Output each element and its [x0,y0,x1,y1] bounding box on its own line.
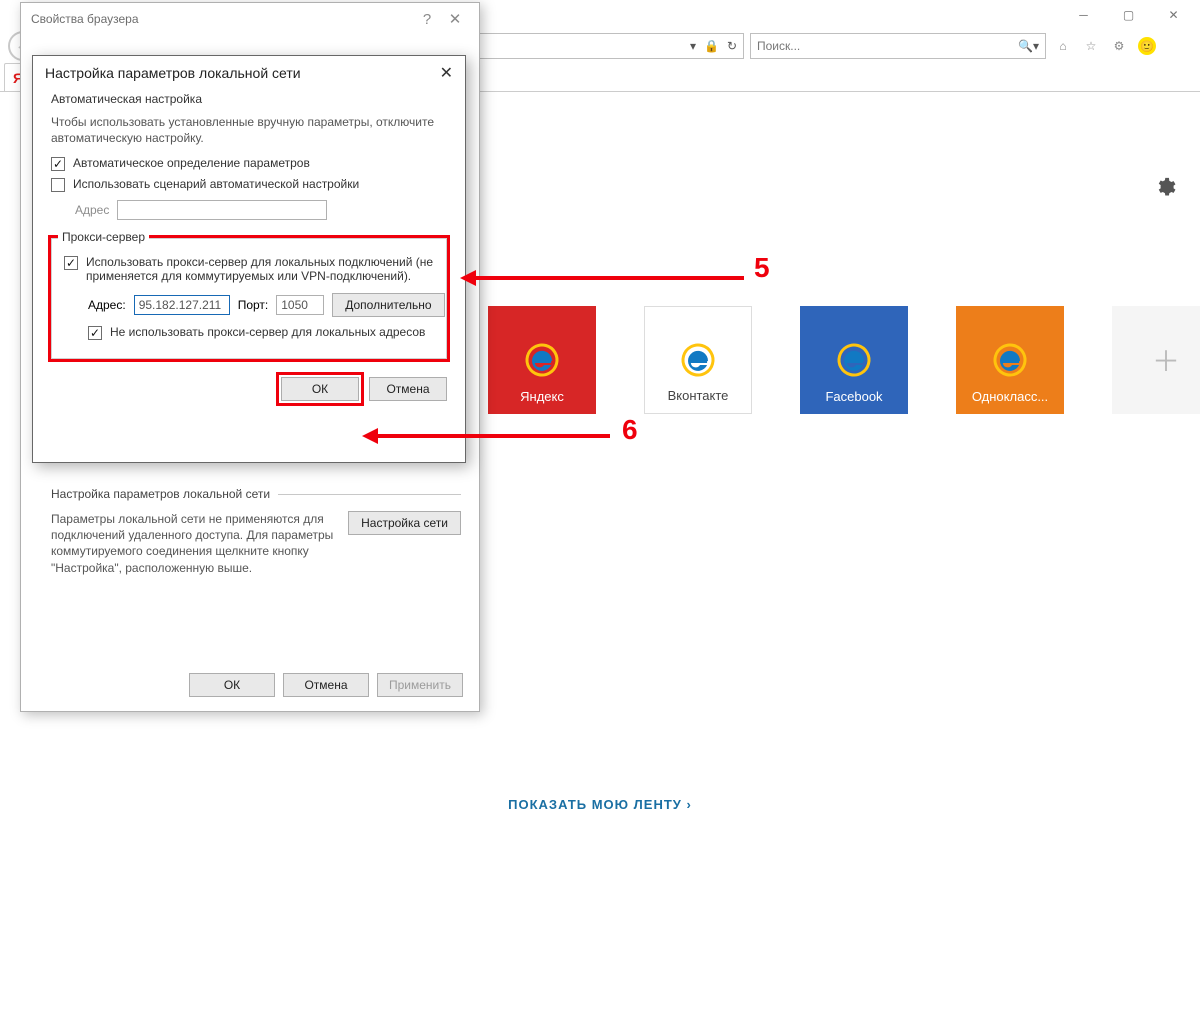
auto-config-heading: Автоматическая настройка [51,92,447,106]
proxy-address-label: Адрес: [88,298,126,312]
show-feed-link[interactable]: ПОКАЗАТЬ МОЮ ЛЕНТУ › [0,797,1200,812]
proxy-advanced-button[interactable]: Дополнительно [332,293,444,317]
annotation-badge-6: 6 [616,414,644,446]
window-maximize-button[interactable]: ▢ [1106,1,1151,29]
proxy-heading: Прокси-сервер [58,230,149,244]
lock-icon: 🔒 [704,39,719,53]
tile-label: Вконтакте [645,388,751,403]
auto-config-description: Чтобы использовать установленные вручную… [51,114,447,146]
ie-icon [677,339,719,381]
dialog-title: Настройка параметров локальной сети [45,65,301,81]
tile-add[interactable]: ＋ [1112,306,1200,414]
lan-settings-section: Настройка параметров локальной сети Пара… [51,487,461,576]
dialog-button-row: ОК Отмена Применить [189,673,463,697]
tile-label: Яндекс [488,389,596,404]
home-icon[interactable]: ⌂ [1052,35,1074,57]
dialog-title-bar[interactable]: Свойства браузера ? ✕ [21,3,479,35]
ie-icon [521,339,563,381]
search-bar[interactable]: Поиск... 🔍▾ [750,33,1046,59]
help-icon[interactable]: ? [413,11,441,28]
page-settings-icon[interactable] [1154,176,1176,201]
dropdown-icon[interactable]: ▾ [690,39,696,53]
lan-heading: Настройка параметров локальной сети [51,487,270,501]
dialog-button-row: ОК Отмена [33,367,465,401]
close-icon[interactable]: ✕ [440,63,453,83]
cancel-button[interactable]: Отмена [369,377,447,401]
tile-yandex[interactable]: Яндекс [488,306,596,414]
proxy-port-label: Порт: [238,298,269,312]
dialog-title: Свойства браузера [31,12,413,26]
window-close-button[interactable]: ✕ [1151,1,1196,29]
proxy-address-input[interactable] [134,295,230,315]
lan-description: Параметры локальной сети не применяются … [51,511,341,576]
auto-detect-checkbox[interactable] [51,157,65,171]
refresh-icon[interactable]: ↻ [727,39,737,53]
bypass-local-label: Не использовать прокси-сервер для локаль… [110,325,425,339]
annotation-badge-5: 5 [748,252,776,284]
settings-icon[interactable]: ⚙ [1108,35,1130,57]
tile-facebook[interactable]: Facebook [800,306,908,414]
ok-button[interactable]: ОК [281,377,359,401]
feedback-smiley-icon[interactable]: 🙂 [1136,35,1158,57]
ie-icon [989,339,1031,381]
tile-label: Однокласс... [956,389,1064,404]
cancel-button[interactable]: Отмена [283,673,369,697]
ok-button[interactable]: ОК [189,673,275,697]
script-address-input [117,200,327,220]
close-icon[interactable]: ✕ [441,10,469,28]
bypass-local-checkbox[interactable] [88,326,102,340]
proxy-server-group: Прокси-сервер Использовать прокси-сервер… [51,238,447,359]
chevron-right-icon: › [682,797,692,812]
use-proxy-checkbox[interactable] [64,256,78,270]
divider [278,494,461,495]
tile-label: Facebook [800,389,908,404]
dialog-title-bar[interactable]: Настройка параметров локальной сети ✕ [33,56,465,90]
annotation-arrow-5 [460,266,756,290]
script-address-label: Адрес [75,203,109,217]
use-proxy-label: Использовать прокси-сервер для локальных… [86,255,434,283]
proxy-port-input[interactable] [276,295,324,315]
lan-settings-dialog: Настройка параметров локальной сети ✕ Ав… [32,55,466,463]
lan-settings-button[interactable]: Настройка сети [348,511,461,535]
auto-detect-label: Автоматическое определение параметров [73,156,310,170]
ie-icon [833,339,875,381]
use-script-label: Использовать сценарий автоматической нас… [73,177,359,191]
annotation-highlight-6: ОК [281,377,359,401]
search-placeholder: Поиск... [757,39,800,53]
search-icon[interactable]: 🔍▾ [1018,39,1039,53]
tile-odnoklassniki[interactable]: Однокласс... [956,306,1064,414]
favorites-icon[interactable]: ☆ [1080,35,1102,57]
use-script-checkbox[interactable] [51,178,65,192]
window-minimize-button[interactable]: ─ [1061,1,1106,29]
apply-button[interactable]: Применить [377,673,463,697]
tile-vk[interactable]: Вконтакте [644,306,752,414]
